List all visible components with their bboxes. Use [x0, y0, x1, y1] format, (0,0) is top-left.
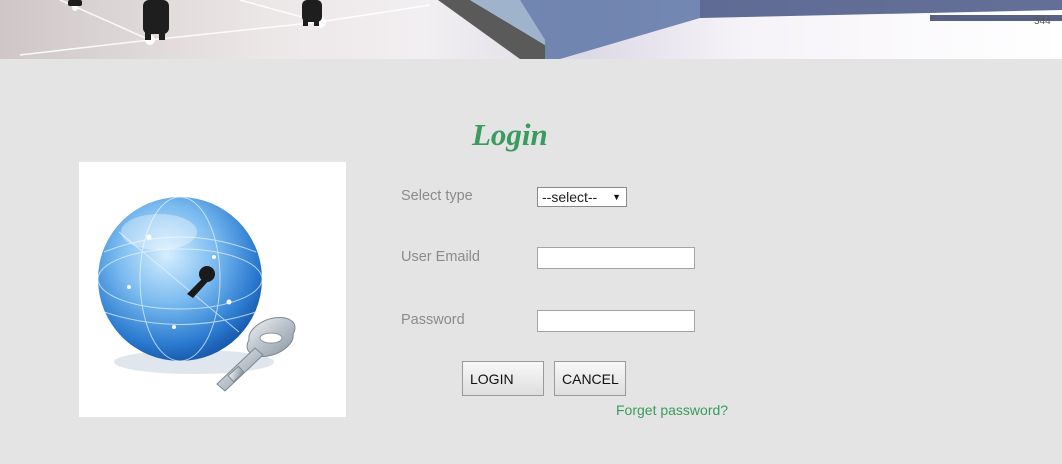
login-button[interactable]: LOGIN: [462, 361, 544, 396]
header-banner: 344: [0, 0, 1062, 59]
select-type-value: --select--: [542, 189, 598, 205]
email-field[interactable]: [537, 247, 695, 269]
password-field[interactable]: [537, 310, 695, 332]
select-type-dropdown[interactable]: --select-- ▼: [537, 187, 627, 207]
email-label: User Emaild: [401, 249, 480, 265]
select-type-label: Select type: [401, 188, 473, 204]
globe-key-icon: [97, 196, 296, 392]
banner-graphic: 344: [19, 0, 1062, 59]
password-label: Password: [401, 312, 465, 328]
lock-globe-image: [79, 162, 346, 417]
banner-stat: 344: [1034, 16, 1051, 27]
dropdown-arrow-icon: ▼: [612, 192, 621, 202]
forgot-password-link[interactable]: Forget password?: [616, 402, 728, 418]
cancel-button[interactable]: CANCEL: [554, 361, 626, 396]
page-title: Login: [472, 117, 548, 152]
